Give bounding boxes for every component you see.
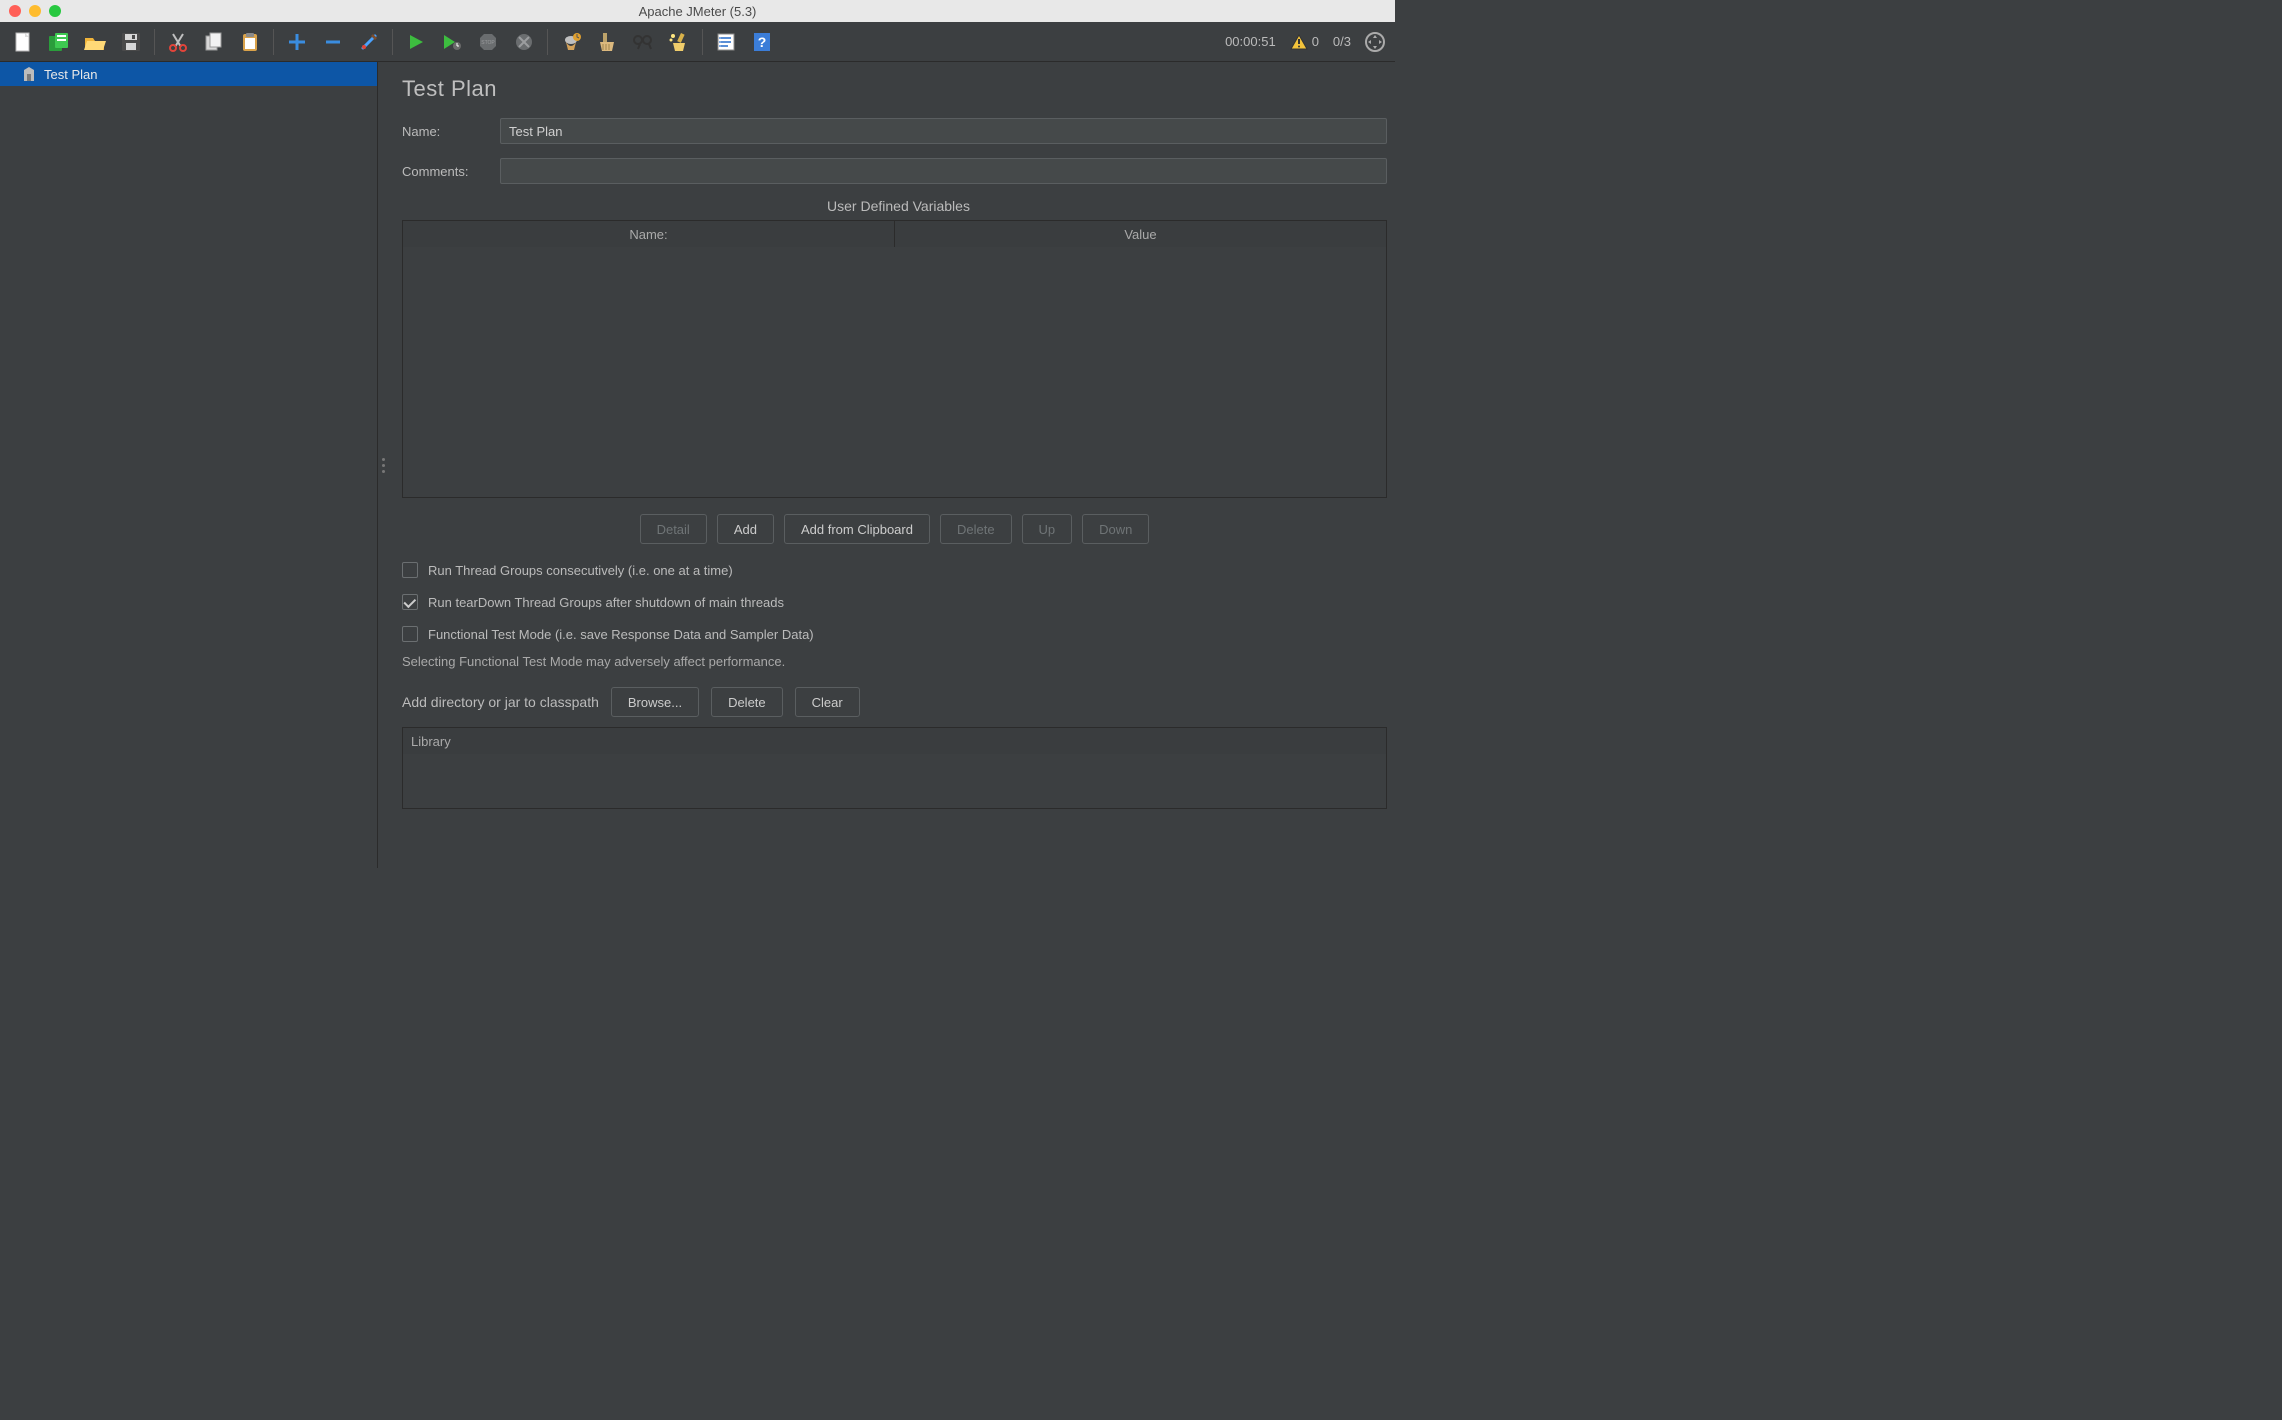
- warning-indicator[interactable]: 0: [1290, 34, 1319, 50]
- main-split: Test Plan Test Plan Name: Comments: User…: [0, 62, 1395, 868]
- functional-note: Selecting Functional Test Mode may adver…: [402, 654, 1395, 669]
- close-window-button[interactable]: [9, 5, 21, 17]
- library-body[interactable]: [403, 754, 1386, 808]
- udv-buttons: Detail Add Add from Clipboard Delete Up …: [402, 514, 1395, 544]
- open-icon[interactable]: [78, 26, 112, 58]
- shutdown-icon[interactable]: [507, 26, 541, 58]
- elapsed-time: 00:00:51: [1225, 34, 1276, 49]
- collapse-all-icon[interactable]: [316, 26, 350, 58]
- titlebar: Apache JMeter (5.3): [0, 0, 1395, 22]
- svg-text:?: ?: [758, 34, 767, 50]
- checkbox-icon: [402, 562, 418, 578]
- window-controls: [9, 5, 61, 17]
- split-drag-handle[interactable]: [378, 62, 388, 868]
- down-button[interactable]: Down: [1082, 514, 1149, 544]
- editor-panel: Test Plan Name: Comments: User Defined V…: [388, 62, 1395, 868]
- warning-icon: [1290, 34, 1308, 50]
- svg-text:STOP: STOP: [481, 40, 495, 46]
- tree-node-test-plan[interactable]: Test Plan: [0, 62, 377, 86]
- start-icon[interactable]: [399, 26, 433, 58]
- checkbox-icon: [402, 594, 418, 610]
- classpath-label: Add directory or jar to classpath: [402, 694, 599, 710]
- clear-icon[interactable]: [554, 26, 588, 58]
- help-icon[interactable]: ?: [745, 26, 779, 58]
- toolbar: STOP ? 00:00:51 0: [0, 22, 1395, 62]
- warning-count: 0: [1312, 34, 1319, 49]
- name-label: Name:: [402, 124, 486, 139]
- clear-all-icon[interactable]: [590, 26, 624, 58]
- library-header[interactable]: Library: [403, 728, 1386, 754]
- detail-button[interactable]: Detail: [640, 514, 707, 544]
- status-bar: 00:00:51 0 0/3: [1225, 32, 1385, 52]
- toolbar-separator: [273, 29, 274, 55]
- udv-col-value[interactable]: Value: [895, 221, 1386, 247]
- comments-label: Comments:: [402, 164, 486, 179]
- udv-table[interactable]: Name: Value: [402, 220, 1387, 498]
- tree-node-label: Test Plan: [44, 67, 97, 82]
- new-icon[interactable]: [6, 26, 40, 58]
- toggle-icon[interactable]: [352, 26, 386, 58]
- add-button[interactable]: Add: [717, 514, 774, 544]
- cut-icon[interactable]: [161, 26, 195, 58]
- delete-button[interactable]: Delete: [940, 514, 1012, 544]
- start-no-pauses-icon[interactable]: [435, 26, 469, 58]
- toolbar-separator: [547, 29, 548, 55]
- clear-classpath-button[interactable]: Clear: [795, 687, 860, 717]
- test-plan-icon: [22, 66, 36, 82]
- panel-heading: Test Plan: [402, 76, 1395, 102]
- check-consecutive[interactable]: Run Thread Groups consecutively (i.e. on…: [402, 562, 1395, 578]
- classpath-row: Add directory or jar to classpath Browse…: [402, 687, 1395, 717]
- maximize-window-button[interactable]: [49, 5, 61, 17]
- reset-search-icon[interactable]: [662, 26, 696, 58]
- toolbar-separator: [702, 29, 703, 55]
- name-input[interactable]: [500, 118, 1387, 144]
- window-title: Apache JMeter (5.3): [639, 4, 757, 19]
- expand-all-icon[interactable]: [280, 26, 314, 58]
- up-button[interactable]: Up: [1022, 514, 1073, 544]
- search-icon[interactable]: [626, 26, 660, 58]
- checkbox-icon: [402, 626, 418, 642]
- save-icon[interactable]: [114, 26, 148, 58]
- delete-classpath-button[interactable]: Delete: [711, 687, 783, 717]
- thread-count: 0/3: [1333, 34, 1351, 49]
- check-functional[interactable]: Functional Test Mode (i.e. save Response…: [402, 626, 1395, 642]
- browse-button[interactable]: Browse...: [611, 687, 699, 717]
- function-helper-icon[interactable]: [709, 26, 743, 58]
- app-window: Apache JMeter (5.3): [0, 0, 1395, 868]
- paste-icon[interactable]: [233, 26, 267, 58]
- add-from-clipboard-button[interactable]: Add from Clipboard: [784, 514, 930, 544]
- test-plan-tree[interactable]: Test Plan: [0, 62, 378, 868]
- templates-icon[interactable]: [42, 26, 76, 58]
- comments-input[interactable]: [500, 158, 1387, 184]
- expand-icon[interactable]: [1365, 32, 1385, 52]
- minimize-window-button[interactable]: [29, 5, 41, 17]
- udv-body[interactable]: [403, 247, 1386, 497]
- udv-col-name[interactable]: Name:: [403, 221, 895, 247]
- library-table[interactable]: Library: [402, 727, 1387, 809]
- stop-icon[interactable]: STOP: [471, 26, 505, 58]
- udv-title: User Defined Variables: [402, 198, 1395, 214]
- copy-icon[interactable]: [197, 26, 231, 58]
- toolbar-separator: [392, 29, 393, 55]
- check-teardown[interactable]: Run tearDown Thread Groups after shutdow…: [402, 594, 1395, 610]
- toolbar-separator: [154, 29, 155, 55]
